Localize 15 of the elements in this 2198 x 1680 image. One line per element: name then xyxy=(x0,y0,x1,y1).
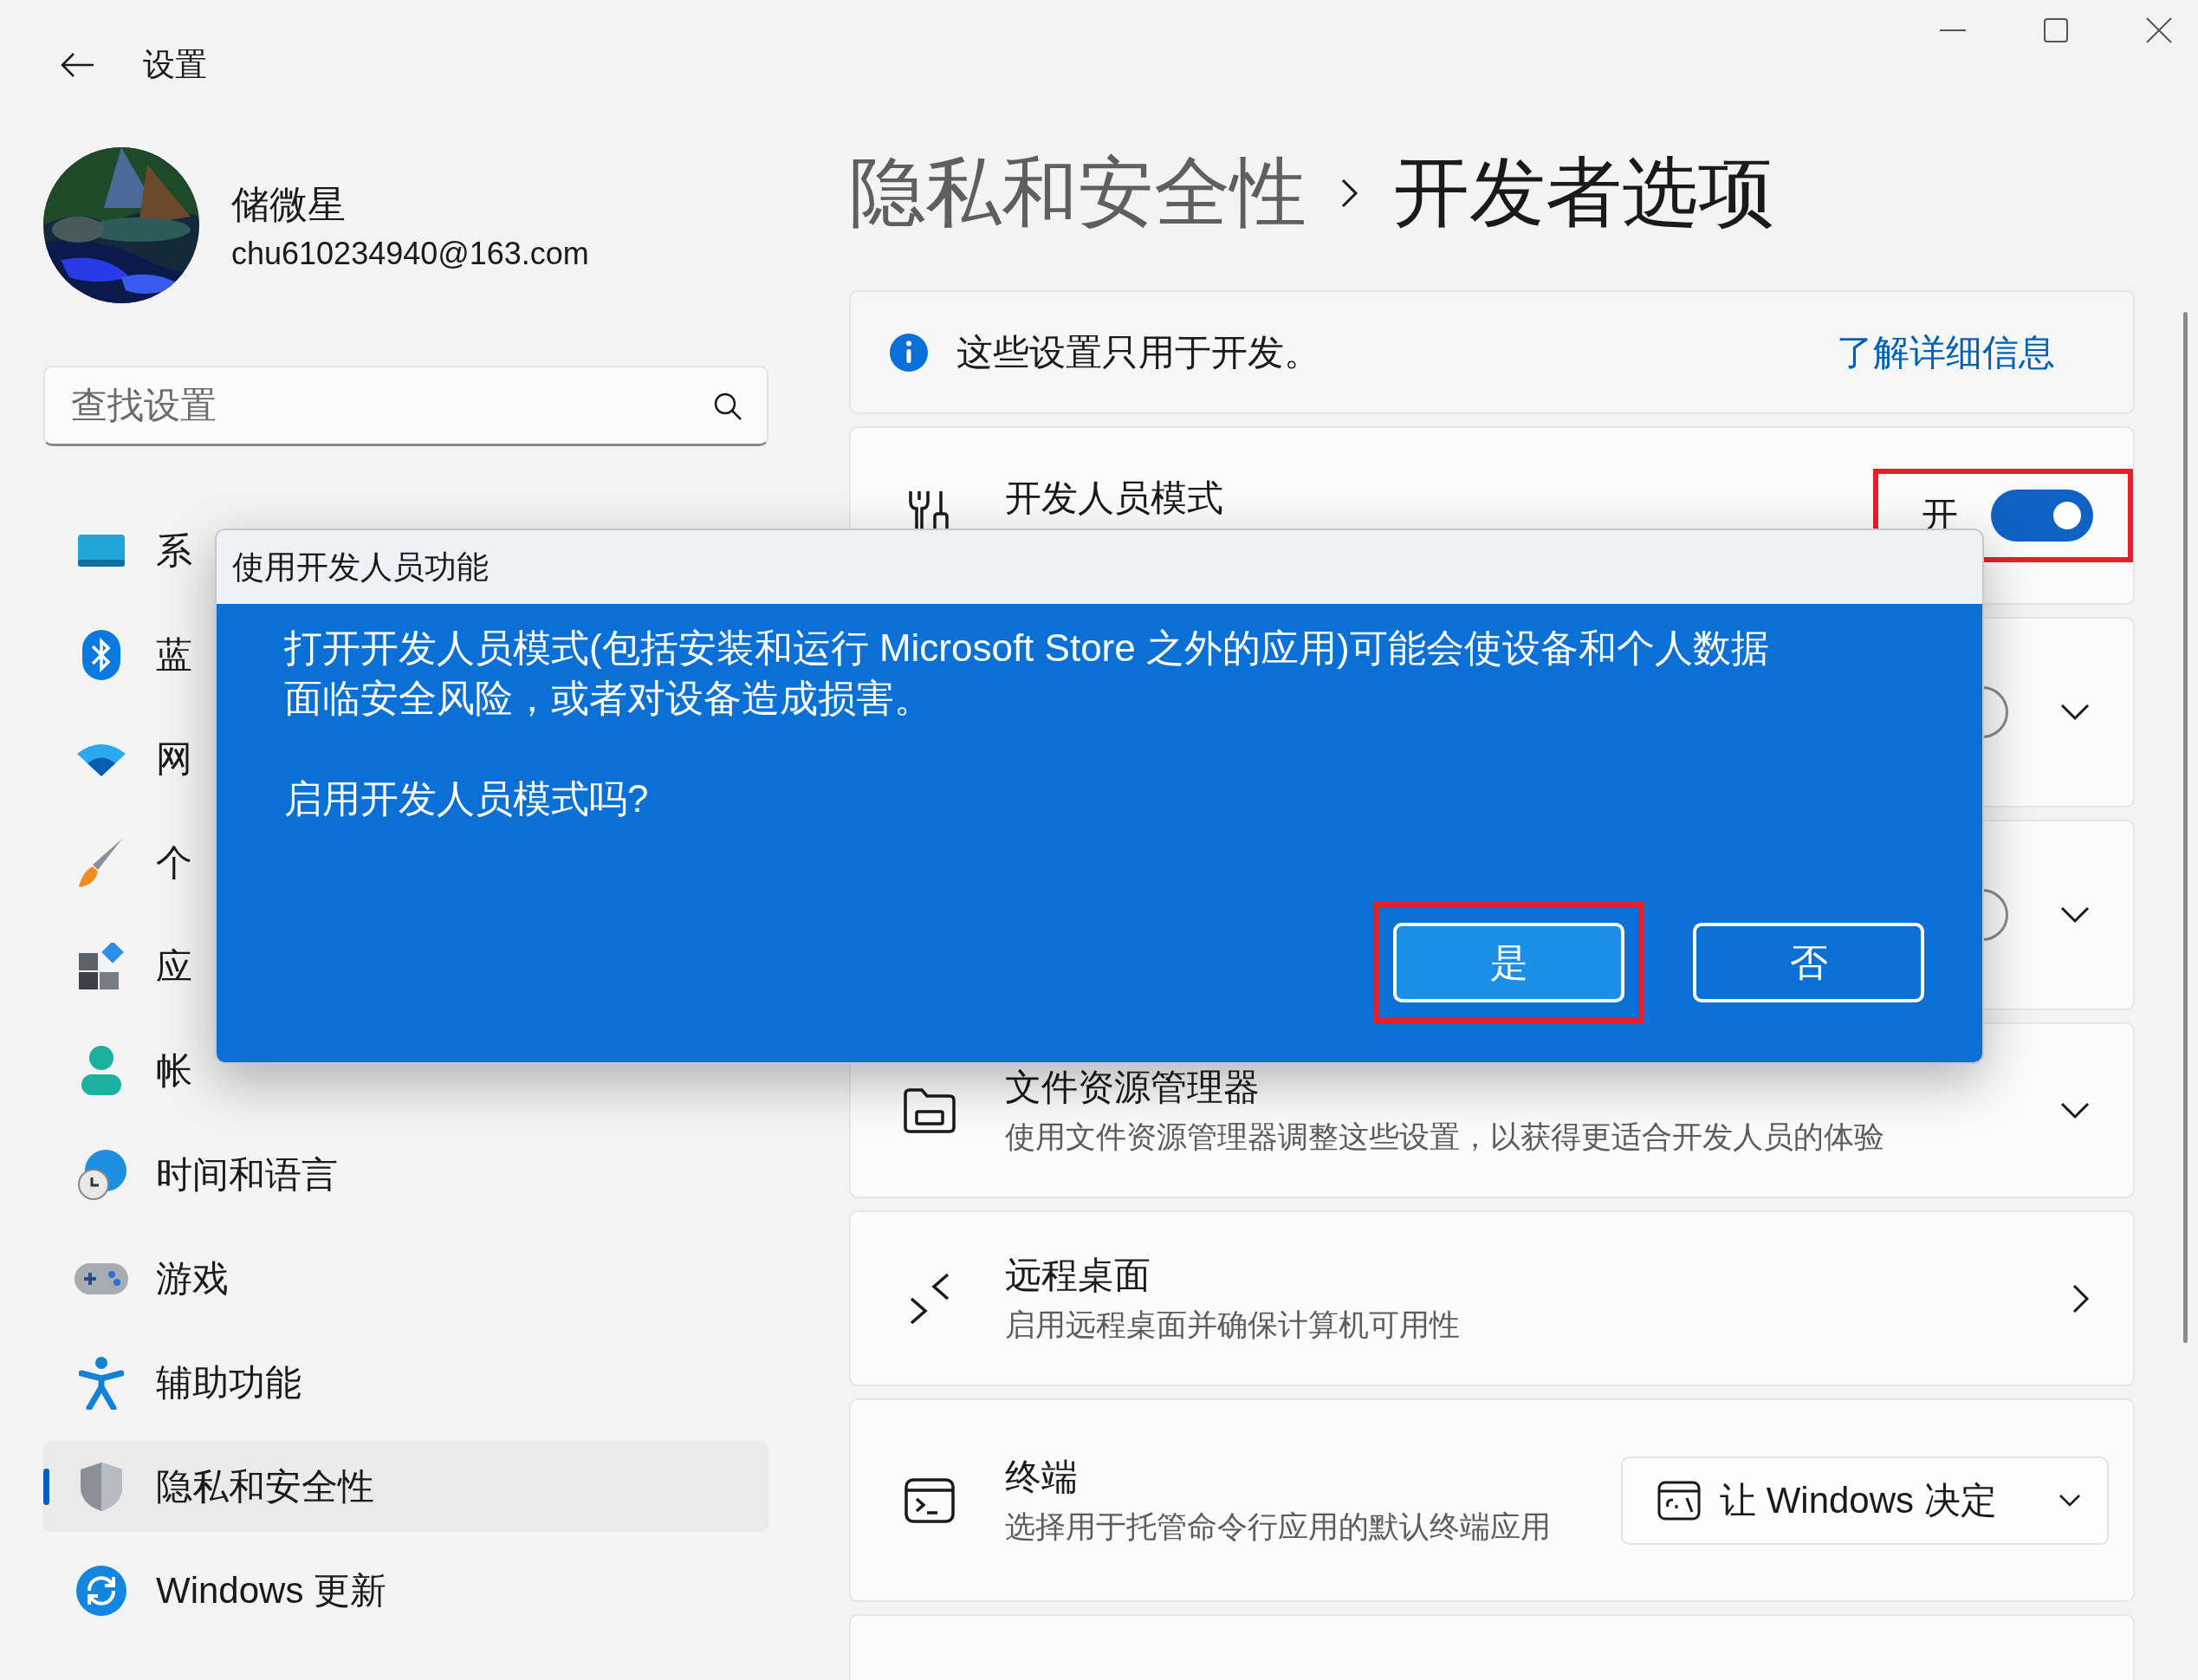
user-name: 储微星 xyxy=(231,181,347,227)
dialog-title: 使用开发人员功能 xyxy=(232,548,489,587)
setting-description: 使用文件资源管理器调整这些设置，以获得更适合开发人员的体验 xyxy=(1005,1119,1885,1155)
setting-title: 文件资源管理器 xyxy=(1005,1066,1261,1109)
dialog-question: 启用开发人员模式吗? xyxy=(284,776,650,821)
setting-title: 终端 xyxy=(1005,1456,1079,1499)
user-email: chu610234940@163.com xyxy=(231,235,589,272)
dialog-message: 打开开发人员模式(包括安装和运行 Microsoft Store 之外的应用)可能会使设备和个人数据面临安全风险，或者对设备造成损害。 xyxy=(284,626,1770,721)
setting-title: 远程桌面 xyxy=(1005,1254,1151,1297)
window-title: 设置 xyxy=(143,46,207,84)
page-title: 开发者选项 xyxy=(1393,148,1774,237)
setting-description: 启用远程桌面并确保计算机可用性 xyxy=(1005,1307,1461,1343)
info-text: 这些设置只用于开发。 xyxy=(956,330,1321,374)
setting-description: 选择用于托管命令行应用的默认终端应用 xyxy=(1005,1508,1552,1545)
setting-title: 开发人员模式 xyxy=(1005,477,1224,520)
